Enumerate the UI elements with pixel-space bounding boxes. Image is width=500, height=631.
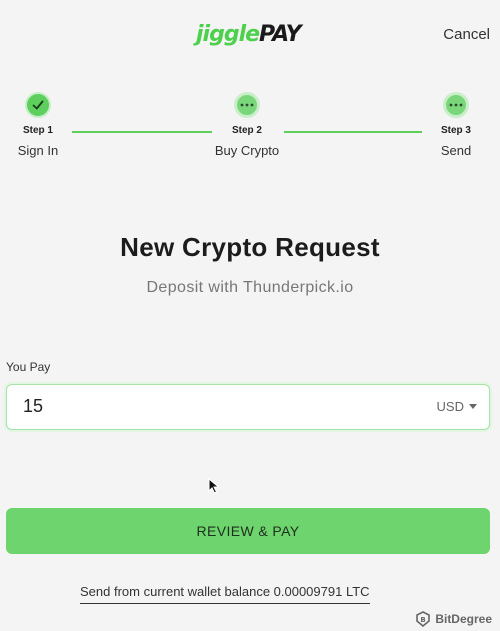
step-label: Buy Crypto (214, 143, 280, 158)
page-title: New Crypto Request (120, 232, 380, 262)
logo-text-jiggle: jiggle (196, 22, 260, 47)
page-subtitle: Deposit with Thunderpick.io (146, 279, 354, 296)
wallet-balance-link[interactable]: Send from current wallet balance 0.00009… (80, 584, 370, 604)
review-and-pay-button[interactable]: REVIEW & PAY (6, 508, 490, 554)
watermark-text: BitDegree (435, 612, 492, 626)
caret-down-icon (469, 404, 477, 409)
step-number: Step 1 (22, 125, 53, 136)
step-label: Sign In (17, 143, 59, 158)
svg-text:B: B (421, 616, 426, 624)
check-icon (25, 92, 51, 118)
stepper-connector-2 (284, 131, 422, 133)
logo-text-pay: PAY (259, 22, 302, 47)
mouse-cursor-icon (208, 477, 220, 499)
you-pay-field: USD (6, 384, 490, 430)
progress-stepper: Step 1 Sign In Step 2 Buy Crypto Step 3 … (0, 92, 500, 172)
cancel-button[interactable]: Cancel (443, 26, 490, 43)
bitdegree-logo-icon: B (416, 611, 431, 627)
step-buy-crypto: Step 2 Buy Crypto (207, 92, 287, 158)
ellipsis-icon (234, 92, 260, 118)
ellipsis-icon (443, 92, 469, 118)
step-label: Send (440, 143, 472, 158)
header: jigglePAY Cancel (0, 0, 500, 70)
currency-select[interactable]: USD (437, 399, 477, 414)
step-number: Step 3 (440, 125, 471, 136)
bitdegree-watermark: B BitDegree (415, 611, 492, 627)
jigglepay-logo: jigglePAY (196, 22, 302, 47)
amount-input[interactable] (23, 396, 323, 417)
step-sign-in: Step 1 Sign In (0, 92, 78, 158)
you-pay-label: You Pay (6, 360, 51, 374)
stepper-connector-1 (72, 131, 212, 133)
currency-value: USD (436, 399, 464, 414)
step-send: Step 3 Send (416, 92, 496, 158)
step-number: Step 2 (231, 125, 262, 136)
